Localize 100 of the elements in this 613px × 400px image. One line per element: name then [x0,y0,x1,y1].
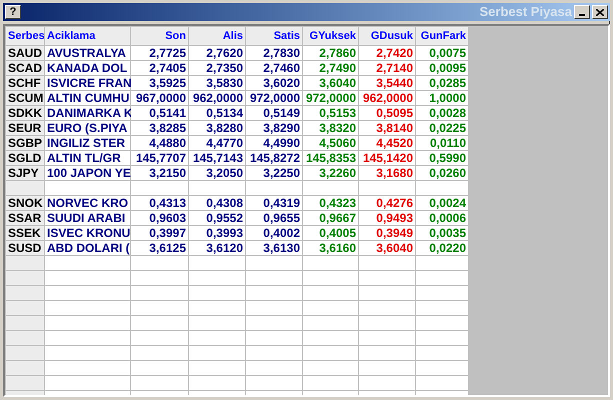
price-cell: 145,1420 [359,151,416,166]
price-cell: 145,7707 [131,151,189,166]
code-cell: SGBP [6,136,45,151]
price-cell: 0,9493 [359,211,416,226]
price-cell: 3,8285 [131,121,189,136]
price-cell: 145,8272 [246,151,303,166]
help-button[interactable]: ? [5,5,21,19]
price-cell: 3,2250 [246,166,303,181]
minimize-button[interactable] [574,5,590,19]
code-cell: SCUM [6,91,45,106]
price-cell: 3,8280 [189,121,246,136]
price-cell: 0,0006 [416,211,469,226]
price-cell: 0,0260 [416,166,469,181]
price-cell: 0,5141 [131,106,189,121]
price-cell: 0,4276 [359,196,416,211]
price-cell: 2,7140 [359,61,416,76]
price-cell: 0,4319 [246,196,303,211]
price-cell: 3,6020 [246,76,303,91]
price-cell: 3,5440 [359,76,416,91]
column-header[interactable]: GunFark [416,27,469,46]
code-cell: SCAD [6,61,45,76]
price-cell: 0,0035 [416,226,469,241]
price-cell: 3,2050 [189,166,246,181]
price-cell: 2,7860 [303,46,359,61]
price-cell: 4,4880 [131,136,189,151]
price-cell: 962,0000 [359,91,416,106]
price-cell: 2,7420 [359,46,416,61]
description-cell: INGILIZ STER [45,136,131,151]
code-cell: SEUR [6,121,45,136]
price-cell: 0,0285 [416,76,469,91]
column-header[interactable]: Serbes [6,27,45,46]
column-header[interactable]: Son [131,27,189,46]
code-cell: SUSD [6,241,45,256]
price-cell: 2,7830 [246,46,303,61]
price-cell: 0,3993 [189,226,246,241]
price-cell: 3,5830 [189,76,246,91]
price-cell: 3,8290 [246,121,303,136]
column-header[interactable]: Alis [189,27,246,46]
price-cell: 3,2260 [303,166,359,181]
price-cell: 2,7405 [131,61,189,76]
description-cell: ABD DOLARI ( [45,241,131,256]
price-cell: 2,7620 [189,46,246,61]
column-header[interactable]: GDusuk [359,27,416,46]
description-cell: NORVEC KRO [45,196,131,211]
code-cell: SNOK [6,196,45,211]
column-header[interactable]: GYuksek [303,27,359,46]
price-cell: 3,1680 [359,166,416,181]
price-cell: 962,0000 [189,91,246,106]
price-cell: 967,0000 [131,91,189,106]
price-cell: 3,5925 [131,76,189,91]
description-cell: DANIMARKA K [45,106,131,121]
price-cell: 0,4323 [303,196,359,211]
price-cell: 0,3949 [359,226,416,241]
price-cell: 0,3997 [131,226,189,241]
close-icon [596,8,604,16]
price-cell: 2,7725 [131,46,189,61]
price-cell: 0,0028 [416,106,469,121]
price-cell: 0,0075 [416,46,469,61]
description-cell: SUUDI ARABI [45,211,131,226]
code-cell: SAUD [6,46,45,61]
price-cell: 0,5149 [246,106,303,121]
description-cell: AVUSTRALYA [45,46,131,61]
price-cell: 3,2150 [131,166,189,181]
description-cell: ALTIN TL/GR [45,151,131,166]
price-cell: 3,8140 [359,121,416,136]
price-cell: 4,4770 [189,136,246,151]
price-cell: 0,0110 [416,136,469,151]
description-cell: ISVICRE FRAN [45,76,131,91]
price-cell: 3,8320 [303,121,359,136]
price-cell: 0,9655 [246,211,303,226]
close-button[interactable] [592,5,608,19]
description-cell: EURO (S.PIYA [45,121,131,136]
code-cell: SCHF [6,76,45,91]
price-cell: 972,0000 [303,91,359,106]
price-cell: 0,5990 [416,151,469,166]
window-title: Serbest Piyasa [479,3,572,22]
price-cell: 0,9603 [131,211,189,226]
price-cell: 0,5134 [189,106,246,121]
price-cell: 0,4313 [131,196,189,211]
description-cell: ISVEC KRONU [45,226,131,241]
price-cell: 1,0000 [416,91,469,106]
code-cell: SSAR [6,211,45,226]
price-cell: 4,5060 [303,136,359,151]
column-header[interactable]: Satis [246,27,303,46]
code-cell: SGLD [6,151,45,166]
price-cell: 0,0220 [416,241,469,256]
price-cell: 4,4520 [359,136,416,151]
price-cell: 972,0000 [246,91,303,106]
column-header[interactable]: Aciklama [45,27,131,46]
price-cell: 0,5095 [359,106,416,121]
price-cell: 0,4005 [303,226,359,241]
price-cell: 2,7350 [189,61,246,76]
price-cell: 3,6160 [303,241,359,256]
price-cell: 0,0024 [416,196,469,211]
price-cell: 145,8353 [303,151,359,166]
minimize-icon [579,14,585,16]
code-cell: SDKK [6,106,45,121]
code-cell: SJPY [6,166,45,181]
price-cell: 3,6040 [359,241,416,256]
price-cell: 145,7143 [189,151,246,166]
